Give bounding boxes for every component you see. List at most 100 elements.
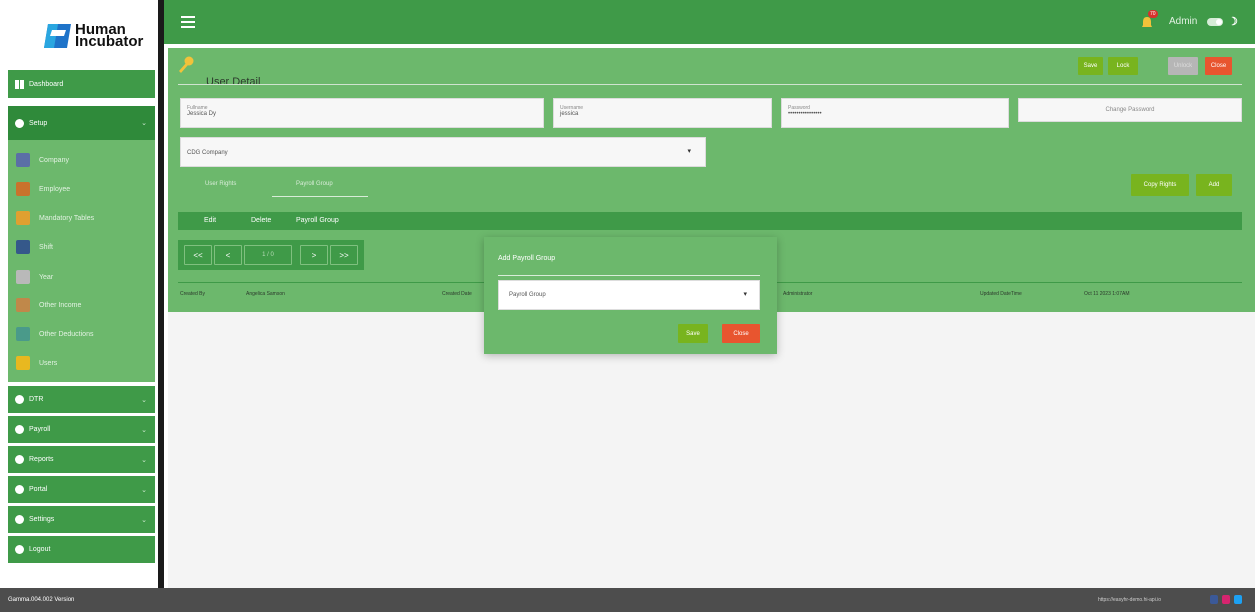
sidebar-item-portal[interactable]: Portal ⌄ xyxy=(8,476,155,503)
footer-url[interactable]: https://easyhr-demo.hi-api.io xyxy=(1098,597,1161,603)
save-button[interactable]: Save xyxy=(1078,57,1103,75)
sidebar-item-reports[interactable]: Reports ⌄ xyxy=(8,446,155,473)
sidebar-item-employee[interactable]: Employee xyxy=(16,182,70,196)
top-bar xyxy=(164,0,1255,44)
divider xyxy=(178,84,1242,85)
table-icon xyxy=(15,425,24,434)
fullname-value: Jessica Dy xyxy=(187,111,217,117)
add-payroll-group-modal: Add Payroll Group Payroll Group ▾ Save C… xyxy=(484,237,777,354)
sidebar-item-users[interactable]: Users xyxy=(16,356,57,370)
sidebar-item-label: Other Income xyxy=(39,301,82,309)
password-value: •••••••••••••••• xyxy=(788,111,822,117)
modal-title: Add Payroll Group xyxy=(498,255,556,262)
sidebar-item-shift[interactable]: Shift xyxy=(16,240,53,254)
chevron-down-icon: ▾ xyxy=(743,291,747,298)
key-icon xyxy=(178,56,194,74)
modal-save-button[interactable]: Save xyxy=(678,324,708,343)
sidebar-item-label: Settings xyxy=(29,516,55,523)
sidebar-item-setup[interactable]: Setup ⌄ xyxy=(8,106,155,140)
username-field[interactable]: Username jessica xyxy=(553,98,772,128)
tab-user-rights[interactable]: User Rights xyxy=(205,181,236,187)
sidebar-item-label: Employee xyxy=(39,185,71,193)
sidebar-item-logout[interactable]: Logout xyxy=(8,536,155,563)
sidebar-item-other-income[interactable]: Other Income xyxy=(16,298,81,312)
add-button[interactable]: Add xyxy=(1196,174,1232,196)
column-header-edit: Edit xyxy=(204,217,217,224)
created-by-label: Created By xyxy=(180,291,206,297)
sidebar-item-label: Dashboard xyxy=(29,80,64,88)
chevron-down-icon: ⌄ xyxy=(141,396,147,404)
sidebar-item-other-deductions[interactable]: Other Deductions xyxy=(16,327,93,341)
sidebar-item-company[interactable]: Company xyxy=(16,153,69,167)
next-page-button[interactable]: > xyxy=(300,245,328,265)
column-header-payroll-group: Payroll Group xyxy=(296,217,339,224)
sidebar-item-dtr[interactable]: DTR ⌄ xyxy=(8,386,155,413)
menu-toggle-icon[interactable] xyxy=(181,16,195,28)
column-header-delete: Delete xyxy=(251,217,272,224)
year-icon xyxy=(16,270,30,284)
sidebar-item-label: Setup xyxy=(29,119,48,127)
payroll-group-select[interactable]: Payroll Group ▾ xyxy=(498,280,760,310)
facebook-icon[interactable] xyxy=(1210,595,1218,604)
power-icon xyxy=(15,485,24,494)
sidebar-item-label: Payroll xyxy=(29,426,51,433)
last-page-button[interactable]: >> xyxy=(330,245,358,265)
unlock-button[interactable]: Unlock xyxy=(1168,57,1198,75)
sidebar-item-label: Users xyxy=(39,359,58,367)
admin-label[interactable]: Admin xyxy=(1169,16,1197,27)
lock-button[interactable]: Lock xyxy=(1108,57,1138,75)
footer: Gamma.004.002 Version https://easyhr-dem… xyxy=(0,588,1255,612)
sidebar-item-settings[interactable]: Settings ⌄ xyxy=(8,506,155,533)
gear-icon xyxy=(15,118,24,128)
company-select[interactable]: CDG Company ▾ xyxy=(180,137,706,167)
updated-by-value: Administrator xyxy=(783,291,813,297)
dashboard-icon xyxy=(15,79,24,89)
clock-icon xyxy=(15,395,24,404)
prev-page-button[interactable]: < xyxy=(214,245,242,265)
chevron-down-icon: ⌄ xyxy=(141,456,147,464)
moon-icon[interactable]: ☽ xyxy=(1228,15,1238,28)
sidebar-item-year[interactable]: Year xyxy=(16,270,53,284)
chevron-down-icon: ⌄ xyxy=(141,486,147,494)
users-icon xyxy=(16,356,30,370)
logo-mark-icon xyxy=(44,24,71,48)
sidebar-item-payroll[interactable]: Payroll ⌄ xyxy=(8,416,155,443)
brand-line2: Incubator xyxy=(75,33,144,50)
setup-submenu xyxy=(8,140,155,382)
sidebar-item-label: Mandatory Tables xyxy=(39,214,95,222)
first-page-button[interactable]: << xyxy=(184,245,212,265)
page-title: User Detail xyxy=(206,76,261,88)
sidebar-item-mandatory-tables[interactable]: Mandatory Tables xyxy=(16,211,94,225)
modal-close-button[interactable]: Close xyxy=(722,324,760,343)
table-header: Edit Delete Payroll Group xyxy=(178,212,1242,230)
copy-rights-button[interactable]: Copy Rights xyxy=(1131,174,1189,196)
updated-datetime-label: Updated DateTime xyxy=(980,291,1022,297)
username-value: jessica xyxy=(560,111,579,117)
fullname-field[interactable]: Fullname Jessica Dy xyxy=(180,98,544,128)
sidebar-item-dashboard[interactable]: Dashboard xyxy=(8,70,155,98)
chevron-down-icon: ⌄ xyxy=(141,120,147,127)
bell-icon[interactable]: 70 xyxy=(1140,10,1160,32)
sidebar-item-label: Portal xyxy=(29,486,48,493)
sidebar-item-label: Company xyxy=(39,156,69,164)
sidebar-divider xyxy=(158,0,164,588)
notification-badge: 70 xyxy=(1148,10,1158,18)
instagram-icon[interactable] xyxy=(1222,595,1230,604)
close-button[interactable]: Close xyxy=(1205,57,1232,75)
tab-payroll-group[interactable]: Payroll Group xyxy=(296,181,333,187)
modal-title-divider xyxy=(498,275,760,276)
password-field[interactable]: Password •••••••••••••••• xyxy=(781,98,1009,128)
theme-toggle[interactable] xyxy=(1207,18,1223,26)
other-income-icon xyxy=(16,298,30,312)
chevron-down-icon: ⌄ xyxy=(141,426,147,434)
page-indicator: 1 / 0 xyxy=(244,245,292,265)
mandatory-tables-icon xyxy=(16,211,30,225)
change-password-button[interactable]: Change Password xyxy=(1018,98,1242,122)
version-label: Gamma.004.002 Version xyxy=(8,597,75,603)
sidebar-item-label: Other Deductions xyxy=(39,330,94,338)
employee-icon xyxy=(16,182,30,196)
updated-datetime-value: Oct 11 2023 1:07AM xyxy=(1084,291,1130,297)
chevron-down-icon: ▾ xyxy=(687,148,691,155)
twitter-icon[interactable] xyxy=(1234,595,1242,604)
brand-logo[interactable]: Human Incubator xyxy=(44,16,154,56)
